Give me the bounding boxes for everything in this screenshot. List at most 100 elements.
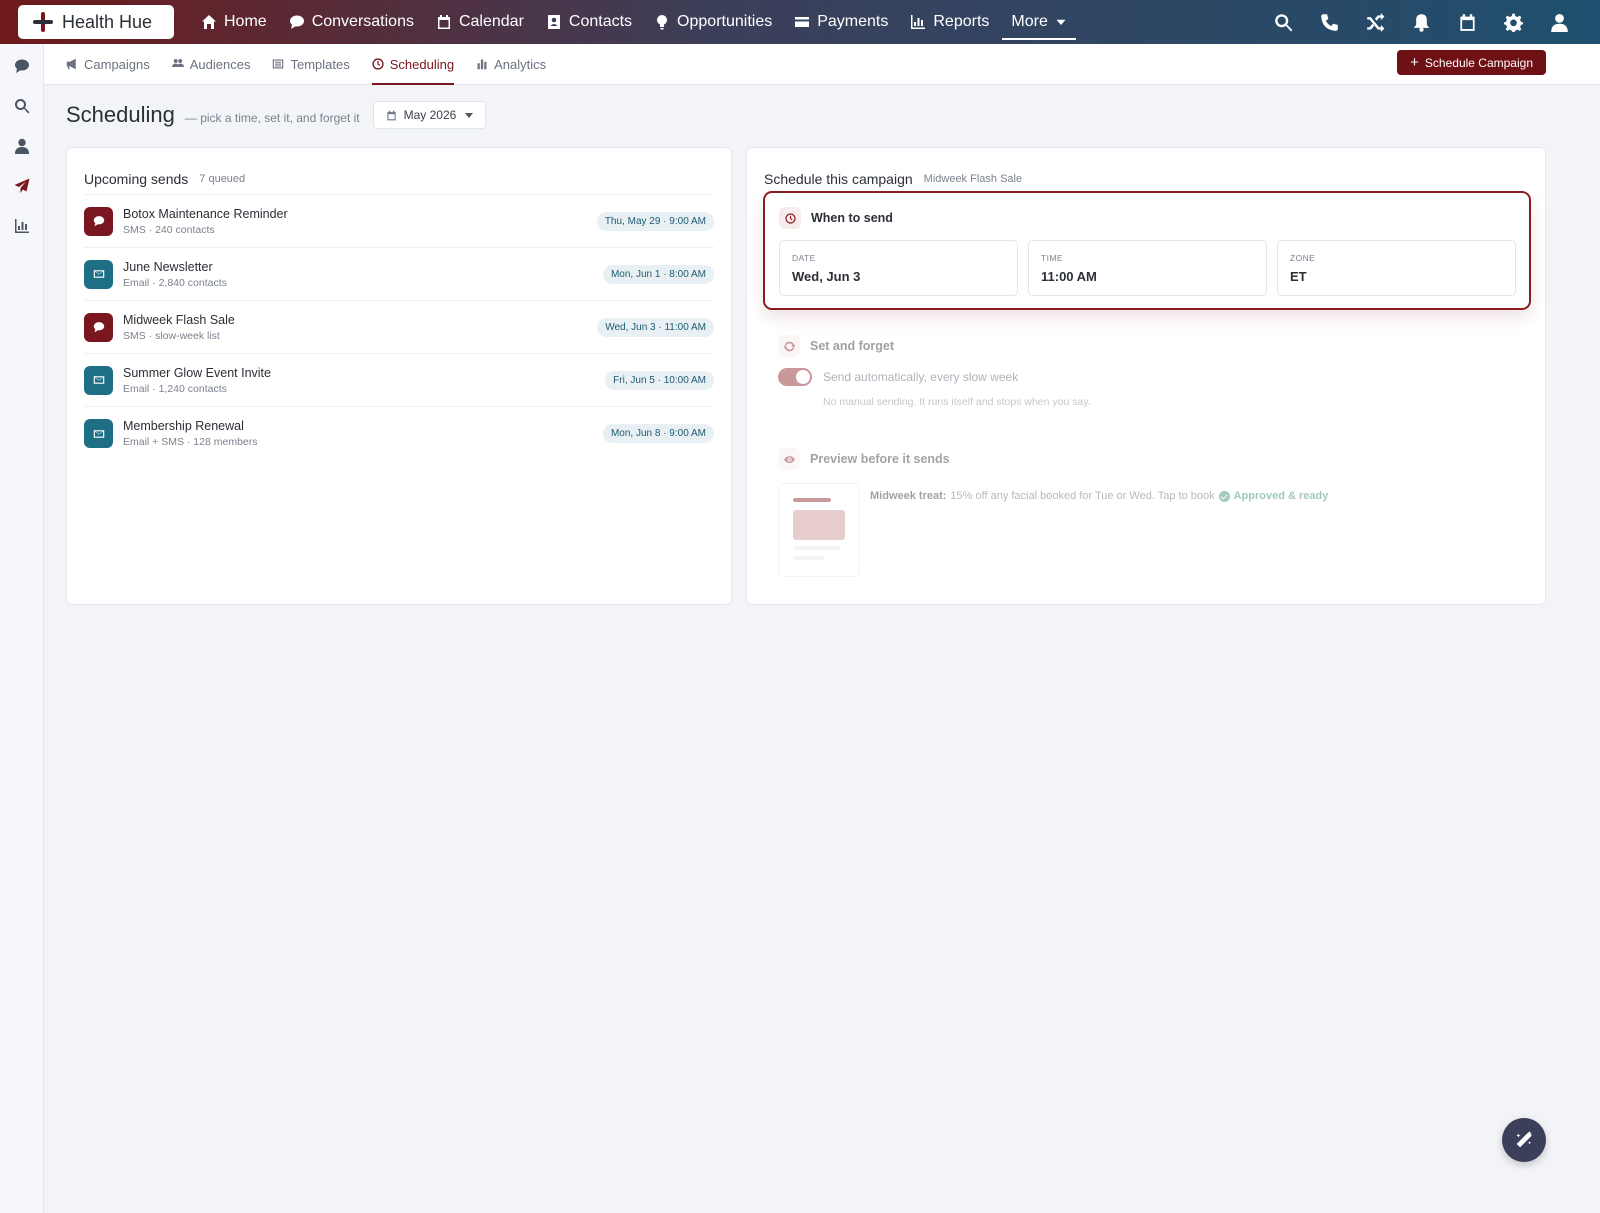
send-date-badge: Wed, Jun 3 · 11:00 AM (597, 318, 714, 337)
send-time-fields: DATE Wed, Jun 3 TIME 11:00 AM ZONE ET (779, 240, 1516, 296)
zone-label: ZONE (1290, 253, 1316, 263)
tab-campaigns[interactable]: Campaigns (66, 44, 150, 85)
schedule-campaign-button[interactable]: + Schedule Campaign (1397, 50, 1546, 75)
time-field[interactable]: TIME 11:00 AM (1028, 240, 1267, 296)
rail-item-reports[interactable] (0, 206, 44, 246)
date-value: Wed, Jun 3 (792, 269, 861, 284)
tab-label: Campaigns (84, 56, 150, 72)
user-icon (15, 138, 29, 154)
auto-send-label: Send automatically, every slow week (823, 370, 1019, 384)
send-date-badge: Thu, May 29 · 9:00 AM (596, 212, 714, 231)
brand-logo[interactable]: Health Hue (18, 5, 174, 39)
logo-mark-icon (32, 11, 54, 33)
preview-header: Preview before it sends (778, 448, 950, 470)
time-value: 11:00 AM (1041, 269, 1097, 284)
nav-right-actions (1260, 0, 1582, 44)
search-button[interactable] (1260, 0, 1306, 44)
search-icon (15, 99, 30, 114)
nav-item-calendar[interactable]: Calendar (425, 0, 535, 44)
date-field[interactable]: DATE Wed, Jun 3 (779, 240, 1018, 296)
send-row[interactable]: Botox Maintenance Reminder SMS · 240 con… (84, 195, 714, 248)
envelope-icon (93, 429, 104, 438)
phone-button[interactable] (1306, 0, 1352, 44)
thumbnail-image (793, 510, 845, 540)
shuffle-button[interactable] (1352, 0, 1398, 44)
schedule-campaign-header: Schedule this campaign Midweek Flash Sal… (747, 148, 1545, 194)
upcoming-sends-title: Upcoming sends (84, 171, 189, 187)
tab-scheduling[interactable]: Scheduling (371, 44, 455, 85)
send-row[interactable]: Midweek Flash Sale SMS · slow-week list … (84, 301, 714, 354)
preview-body: 15% off any facial booked for Tue or Wed… (950, 490, 1215, 502)
calendar-icon (437, 15, 450, 29)
clock-icon (779, 207, 801, 229)
thumbnail-header-bar (793, 498, 831, 502)
schedule-campaign-title: Schedule this campaign (764, 171, 913, 187)
eye-icon (778, 448, 800, 470)
schedule-campaign-label: Schedule Campaign (1424, 55, 1533, 70)
message-preview-thumbnail[interactable] (778, 483, 860, 577)
notifications-button[interactable] (1398, 0, 1444, 44)
zone-field[interactable]: ZONE ET (1277, 240, 1516, 296)
top-nav: Health Hue Home Conversations Calendar C… (0, 0, 1600, 44)
page-header: Scheduling — pick a time, set it, and fo… (66, 101, 487, 129)
send-name: June Newsletter (123, 259, 213, 274)
send-name: Midweek Flash Sale (123, 312, 235, 327)
rail-item-contacts[interactable] (0, 126, 44, 166)
search-icon (1274, 13, 1292, 31)
send-detail: SMS · 240 contacts (123, 223, 215, 236)
nav-item-label: Calendar (458, 13, 524, 30)
tab-audiences[interactable]: Audiences (171, 44, 251, 85)
month-picker[interactable]: May 2026 (372, 101, 487, 129)
send-detail: Email · 2,840 contacts (123, 276, 227, 289)
thumbnail-text-line (793, 556, 825, 560)
tab-analytics[interactable]: Analytics (476, 44, 546, 85)
nav-item-label: Home (224, 13, 267, 30)
shuffle-icon (1366, 12, 1384, 32)
nav-item-reports[interactable]: Reports (899, 0, 1000, 44)
nav-item-opportunities[interactable]: Opportunities (643, 0, 783, 44)
gear-icon (1503, 13, 1523, 32)
nav-item-payments[interactable]: Payments (783, 0, 899, 44)
send-row[interactable]: Membership Renewal Email + SMS · 128 mem… (84, 407, 714, 460)
sub-nav: Campaigns Audiences Templates Scheduling… (44, 44, 1600, 85)
profile-button[interactable] (1536, 0, 1582, 44)
settings-button[interactable] (1490, 0, 1536, 44)
rail-item-conversations[interactable] (0, 46, 44, 86)
nav-item-more[interactable]: More (1000, 0, 1077, 44)
nav-item-contacts[interactable]: Contacts (535, 0, 643, 44)
brand-name: Health Hue (62, 11, 153, 32)
calendar-icon (387, 110, 396, 120)
time-label: TIME (1041, 253, 1063, 263)
home-icon (202, 15, 216, 29)
check-circle-icon (1218, 490, 1230, 502)
tab-label: Audiences (189, 56, 251, 72)
magic-wand-button[interactable] (1502, 1118, 1546, 1162)
tab-templates[interactable]: Templates (272, 44, 350, 85)
nav-items: Home Conversations Calendar Contacts Opp… (190, 0, 1078, 44)
bar-chart-icon (15, 219, 29, 233)
calendar-button[interactable] (1444, 0, 1490, 44)
send-detail: Email + SMS · 128 members (123, 436, 258, 448)
magic-wand-icon (1516, 1131, 1532, 1148)
send-detail: Email · 1,240 contacts (123, 382, 227, 395)
upcoming-sends-header: Upcoming sends 7 queued (67, 148, 731, 194)
nav-item-label: Conversations (311, 13, 414, 30)
chat-icon (93, 322, 104, 333)
approved-status-badge: Approved & ready (1218, 490, 1328, 502)
nav-item-home[interactable]: Home (190, 0, 278, 44)
rail-item-search[interactable] (0, 86, 44, 126)
nav-item-label: Opportunities (677, 13, 773, 30)
auto-send-row: Send automatically, every slow week (778, 368, 1018, 386)
send-list: Botox Maintenance Reminder SMS · 240 con… (84, 194, 714, 460)
auto-send-note: No manual sending. It runs itself and st… (823, 396, 1091, 408)
send-row[interactable]: Summer Glow Event Invite Email · 1,240 c… (84, 354, 714, 407)
contact-card-icon (547, 15, 560, 29)
rail-item-campaigns[interactable] (0, 166, 44, 206)
upcoming-sends-card: Upcoming sends 7 queued Botox Maintenanc… (66, 147, 732, 605)
send-row[interactable]: June Newsletter Email · 2,840 contacts M… (84, 248, 714, 301)
sms-channel-badge (84, 312, 113, 342)
nav-item-conversations[interactable]: Conversations (278, 0, 425, 44)
credit-card-icon (795, 17, 810, 27)
send-name: Summer Glow Event Invite (123, 365, 271, 380)
auto-send-toggle[interactable] (778, 368, 812, 386)
